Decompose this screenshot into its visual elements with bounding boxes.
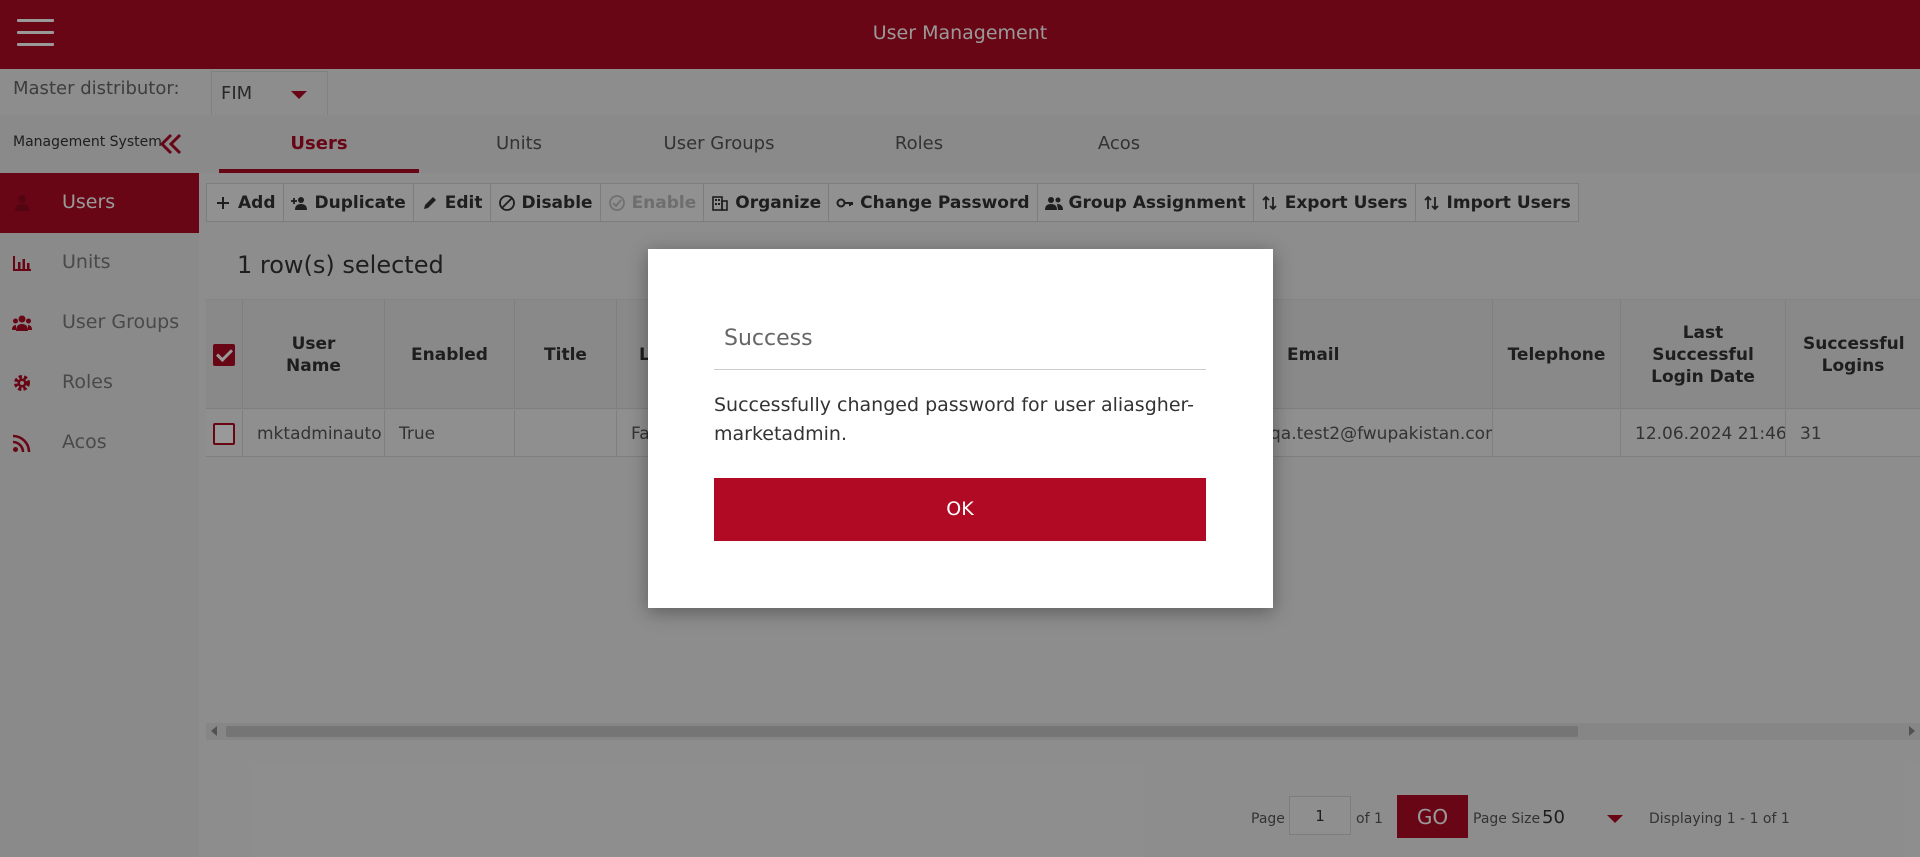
dialog-message: Successfully changed password for user a… (714, 394, 1194, 445)
ok-button[interactable]: OK (714, 478, 1206, 541)
success-dialog: Success Successfully changed password fo… (648, 249, 1273, 608)
dialog-title: Success (724, 326, 813, 351)
dialog-divider (714, 369, 1206, 370)
